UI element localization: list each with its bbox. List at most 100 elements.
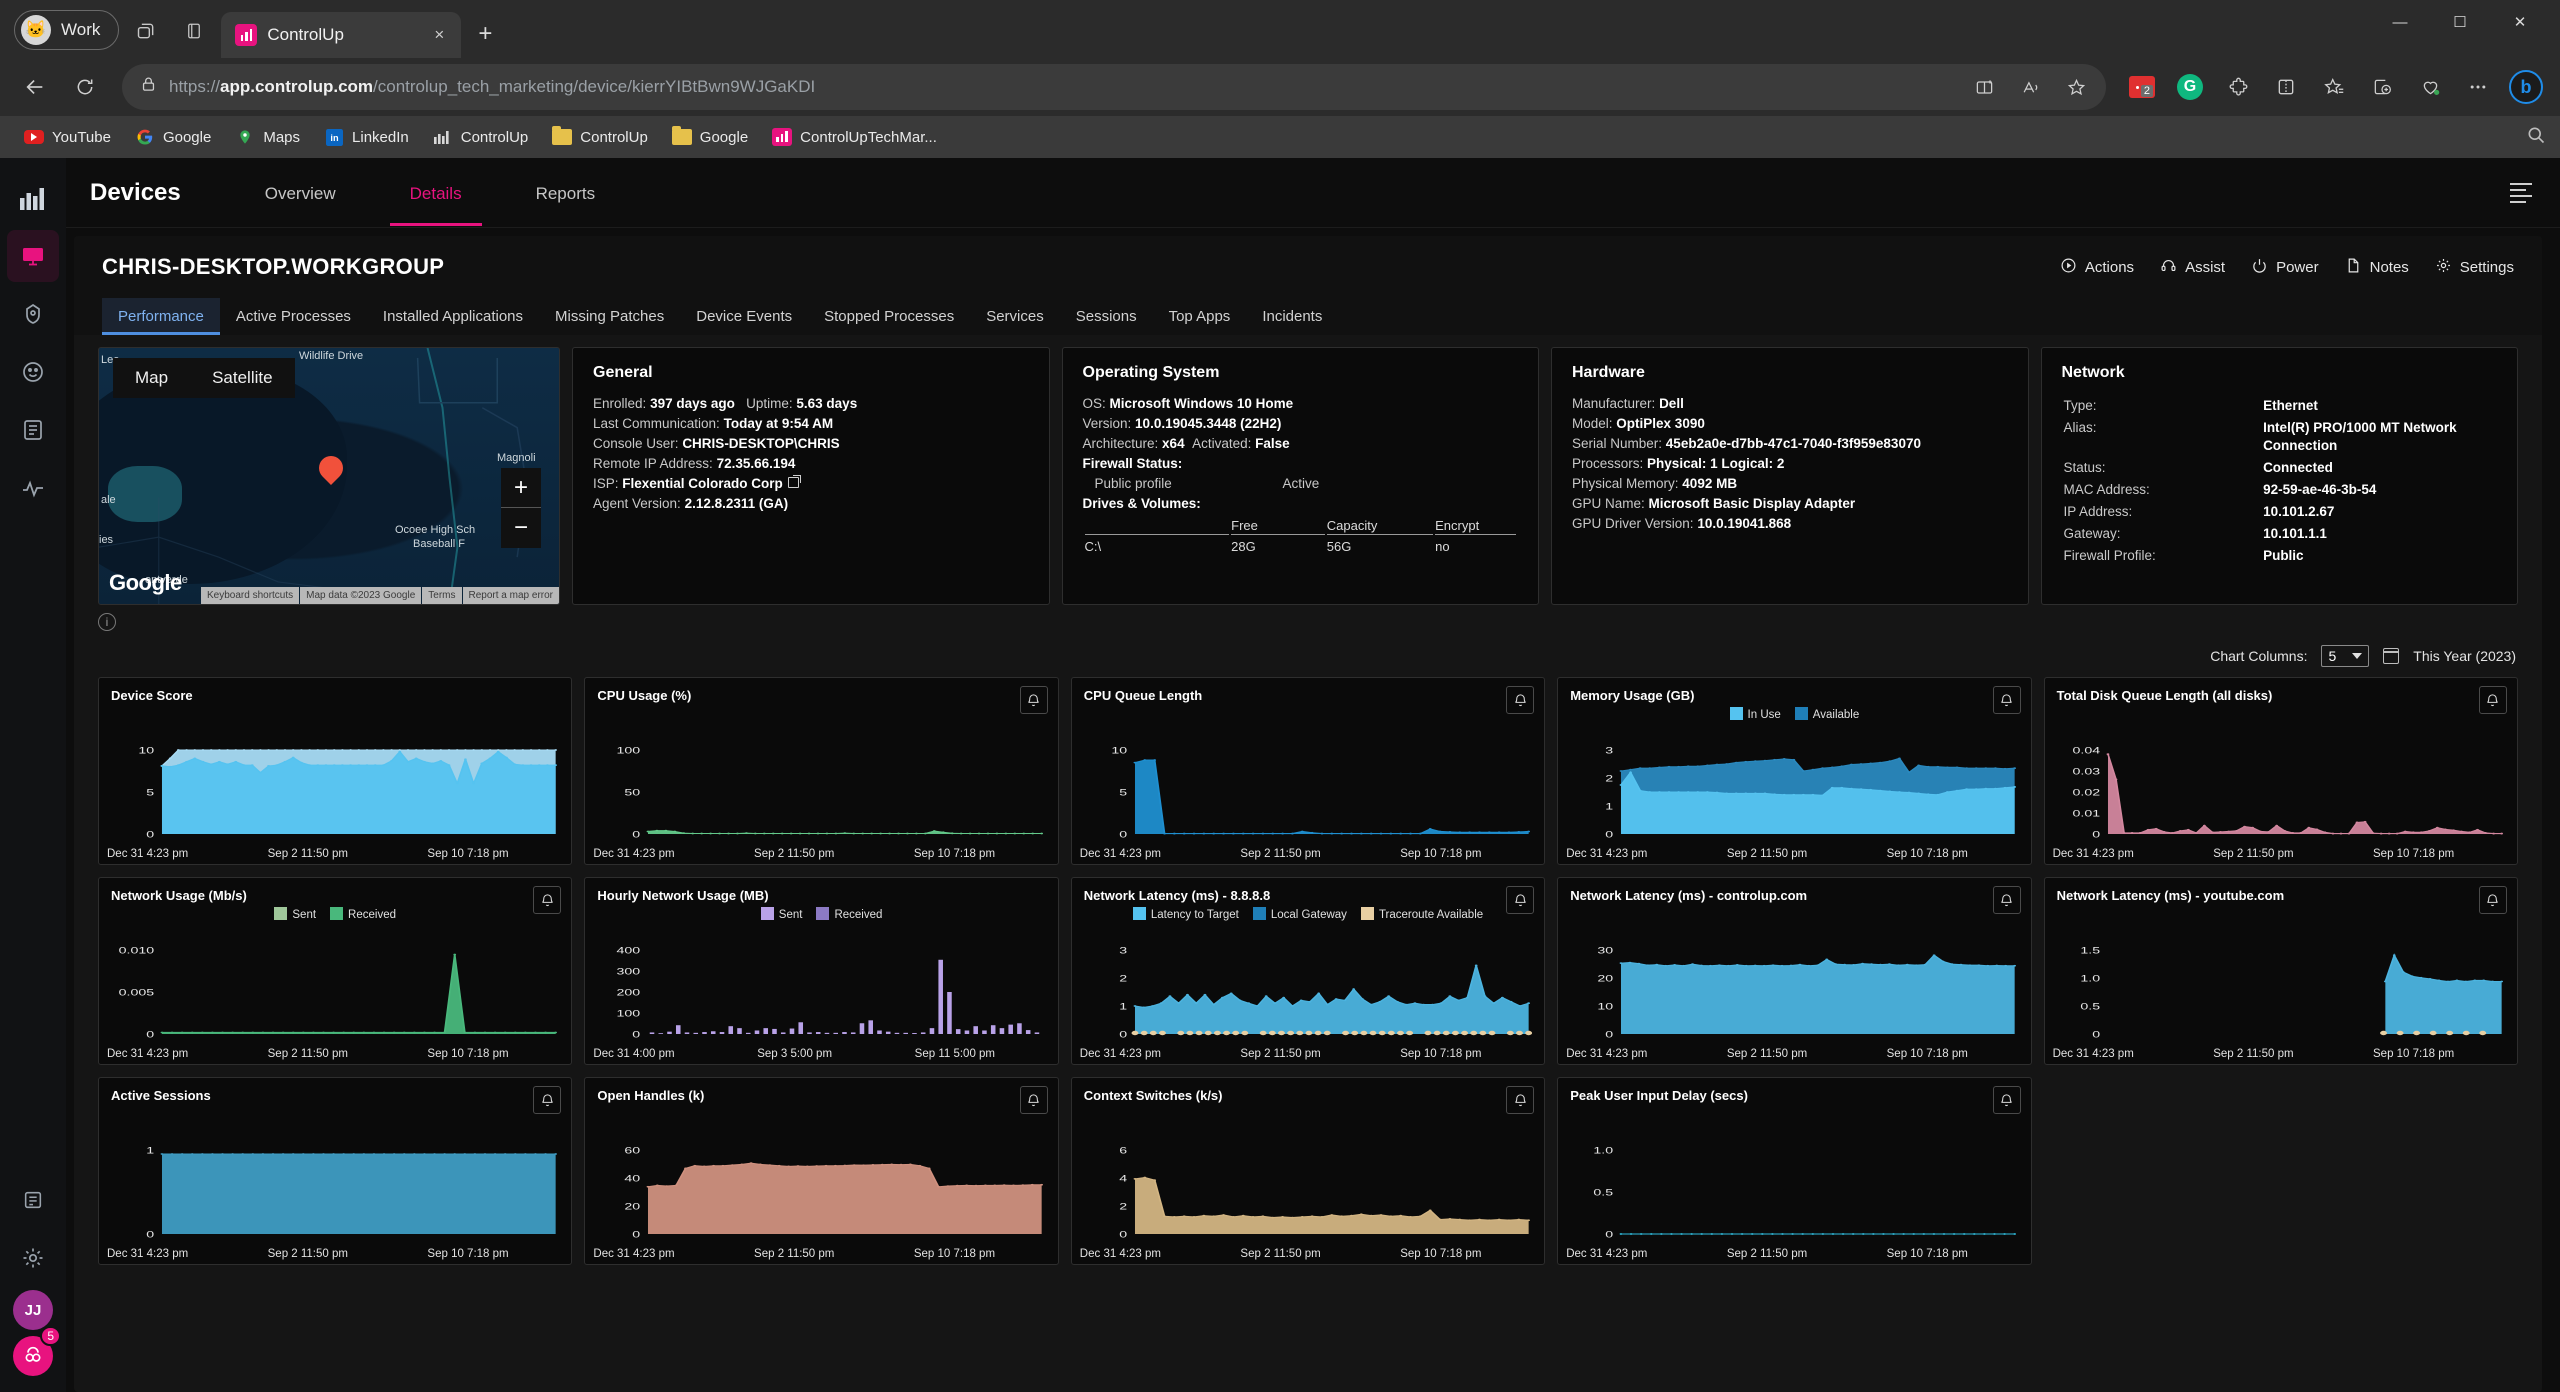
rail-item-settings[interactable] [7,1232,59,1284]
bookmarks-search-icon[interactable] [2526,125,2546,150]
map-report-error-link[interactable]: Report a map error [462,587,559,604]
power-icon [2251,257,2268,278]
sub-tab-incidents[interactable]: Incidents [1246,298,1338,335]
nav-tab-reports[interactable]: Reports [516,160,616,226]
bookmark-linkedin[interactable]: in LinkedIn [314,122,419,152]
copilot-bing-icon[interactable]: b [2504,65,2548,109]
read-aloud-icon[interactable] [2008,65,2052,109]
map-info-icon[interactable]: i [98,613,116,631]
reload-icon[interactable] [62,64,108,110]
chart-columns-select[interactable]: 5 [2321,645,2370,667]
favorite-star-icon[interactable] [2054,65,2098,109]
map-type-toggle[interactable]: Map Satellite [113,358,295,398]
browser-tab[interactable]: ControlUp × [221,12,462,58]
sub-tab-performance[interactable]: Performance [102,298,220,335]
rail-item-monitoring[interactable] [7,462,59,514]
browser-essentials-icon[interactable] [2408,65,2452,109]
alert-bell-icon[interactable] [1992,886,2021,914]
x-tick-label: Sep 10 7:18 pm [913,848,996,860]
add-collection-icon[interactable] [2360,65,2404,109]
map-keyboard-shortcuts[interactable]: Keyboard shortcuts [200,587,300,604]
bookmark-google-folder[interactable]: Google [662,122,758,152]
alert-bell-icon[interactable] [1992,1086,2021,1114]
sub-tab-stopped-processes[interactable]: Stopped Processes [808,298,970,335]
sub-tab-sessions[interactable]: Sessions [1060,298,1153,335]
sub-tab-missing-patches[interactable]: Missing Patches [539,298,680,335]
map-zoom-out-button[interactable]: − [501,508,541,548]
close-window-button[interactable]: ✕ [2490,0,2550,44]
map-type-satellite[interactable]: Satellite [190,358,294,398]
alert-bell-icon[interactable] [1506,1086,1535,1114]
alert-bell-icon[interactable] [1019,686,1048,714]
extension-red-icon[interactable]: 2 [2120,65,2164,109]
sub-tab-top-apps[interactable]: Top Apps [1153,298,1247,335]
rail-item-scripts[interactable] [7,288,59,340]
alert-bell-icon[interactable] [533,886,562,914]
grammarly-extension-icon[interactable]: G [2168,65,2212,109]
user-avatar[interactable]: JJ [13,1290,53,1330]
bookmark-youtube[interactable]: YouTube [14,122,121,152]
bookmark-controluptechmar[interactable]: ControlUpTechMar... [762,122,947,152]
chart-title: Peak User Input Delay (secs) [1570,1088,1748,1103]
network-firewall-value: Public [2263,548,2304,563]
alert-bell-icon[interactable] [2478,886,2507,914]
alert-bell-icon[interactable] [1019,1086,1048,1114]
map-type-map[interactable]: Map [113,358,190,398]
calendar-icon[interactable] [2383,648,2400,664]
profile-button[interactable]: 🐱 Work [14,10,120,50]
power-button[interactable]: Power [2251,257,2319,278]
map-label: ies [99,534,114,546]
date-range-label[interactable]: This Year (2023) [2413,648,2516,664]
split-screen-icon[interactable] [1962,65,2006,109]
alert-bell-icon[interactable] [533,1086,562,1114]
bookmark-controlup-folder[interactable]: ControlUp [542,122,658,152]
back-icon[interactable] [12,64,58,110]
favorites-list-icon[interactable] [2312,65,2356,109]
alert-bell-icon[interactable] [1992,686,2021,714]
external-link-icon[interactable] [787,475,801,488]
map-terms-link[interactable]: Terms [422,587,462,604]
map-zoom-in-button[interactable]: + [501,468,541,508]
alert-bell-icon[interactable] [2478,686,2507,714]
bookmark-google[interactable]: Google [125,122,221,152]
collections-icon[interactable] [173,10,215,52]
help-support-icon[interactable]: 5 [13,1326,61,1376]
bookmark-maps[interactable]: Maps [225,122,310,152]
assist-button[interactable]: Assist [2160,257,2225,278]
nav-tab-overview[interactable]: Overview [245,160,356,226]
actions-button[interactable]: Actions [2060,257,2134,278]
nav-tab-details[interactable]: Details [389,160,482,226]
map-data-credit: Map data ©2023 Google [300,587,422,604]
list-view-toggle-icon[interactable] [2504,177,2538,209]
sub-tab-device-events[interactable]: Device Events [680,298,808,335]
tab-search-icon[interactable] [125,10,167,52]
rail-item-dashboards[interactable] [7,172,59,224]
chart-card: Hourly Network Usage (MB) Sent Received 400… [584,877,1059,1065]
notes-button[interactable]: Notes [2345,257,2409,278]
minimize-button[interactable]: — [2370,0,2430,44]
rail-item-devices[interactable] [7,230,59,282]
rail-item-notifications[interactable] [7,1174,59,1226]
sub-tab-services[interactable]: Services [970,298,1060,335]
settings-button[interactable]: Settings [2435,257,2514,278]
split-window-icon[interactable] [2264,65,2308,109]
chart-x-axis: Dec 31 4:23 pm Sep 2 11:50 pm Sep 10 7:18 … [1566,1048,2022,1060]
alert-bell-icon[interactable] [1506,686,1535,714]
map-zoom-controls[interactable]: + − [501,468,541,548]
more-options-icon[interactable] [2456,65,2500,109]
maximize-button[interactable]: ☐ [2430,0,2490,44]
x-tick-label: Sep 10 7:18 pm [427,1248,509,1260]
rail-item-sentiment[interactable] [7,346,59,398]
new-tab-button[interactable]: + [467,16,503,52]
bookmark-controlup-1[interactable]: ControlUp [423,122,539,152]
alert-bell-icon[interactable] [1506,886,1535,914]
svg-text:0: 0 [633,829,641,840]
rail-item-reports[interactable] [7,404,59,456]
close-tab-icon[interactable]: × [427,23,451,47]
sub-tab-installed-applications[interactable]: Installed Applications [367,298,539,335]
google-map[interactable]: Wildlife Drive Magnoli Ocoee High Sch Ba… [98,347,560,605]
x-tick-label: Sep 11 5:00 pm [914,1048,996,1060]
extensions-puzzle-icon[interactable] [2216,65,2260,109]
sub-tab-active-processes[interactable]: Active Processes [220,298,367,335]
address-bar[interactable]: https://app.controlup.com/controlup_tech… [122,64,2106,110]
